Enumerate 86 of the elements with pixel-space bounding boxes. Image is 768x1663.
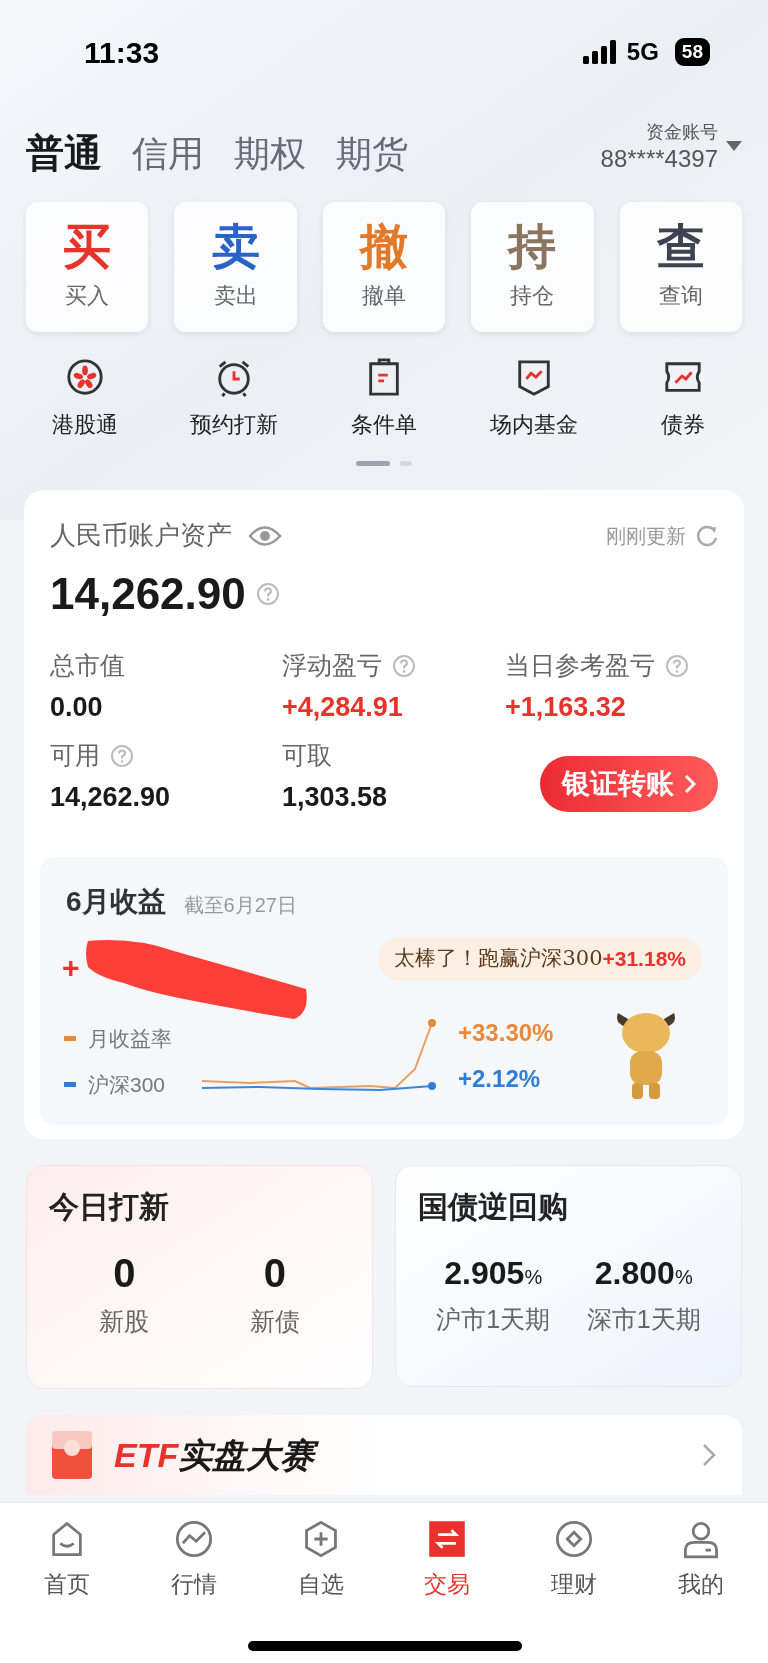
nav-tab[interactable]: 理财 [510, 1519, 638, 1602]
ipo-label: 新股 [99, 1306, 150, 1337]
stat-value: 14,262.90 [50, 780, 172, 814]
shortcut-button[interactable]: 债券 [608, 358, 758, 441]
stat-label: 可取 [282, 740, 332, 771]
repo-rate: 2.800 [594, 1254, 675, 1293]
trade-button[interactable]: 买 买入 [26, 202, 149, 332]
page-indicator[interactable] [400, 461, 412, 466]
account-tab[interactable]: 期权 [234, 136, 306, 172]
percent-sign: % [674, 1266, 693, 1290]
account-tab[interactable]: 普通 [26, 134, 102, 172]
account-number: 88****4397 [600, 146, 718, 172]
refresh-icon[interactable] [696, 524, 718, 547]
legend-value: +2.12% [458, 1064, 542, 1094]
chevron-right-icon [684, 774, 696, 794]
nav-tab[interactable]: 我的 [637, 1519, 764, 1602]
repo-label: 沪市1天期 [436, 1304, 551, 1335]
nav-tab[interactable]: 行情 [130, 1519, 258, 1602]
trade-glyph-icon: 持 [508, 222, 557, 271]
bank-transfer-button[interactable]: 银证转账 [540, 756, 718, 812]
status-time: 11:33 [84, 34, 160, 71]
help-icon[interactable] [255, 582, 280, 606]
nav-tab[interactable]: 自选 [257, 1519, 384, 1602]
chart-circle-icon [174, 1519, 214, 1559]
stat-label: 当日参考盈亏 [505, 650, 655, 681]
bubble-text: 太棒了！跑赢沪深300 [394, 945, 603, 972]
repo-label: 深市1天期 [586, 1304, 701, 1335]
monthly-returns-title: 6月收益 [66, 885, 166, 919]
percent-sign: % [524, 1266, 543, 1290]
account-tab[interactable]: 信用 [132, 136, 204, 172]
stat-label: 总市值 [50, 650, 125, 681]
etf-banner[interactable]: ETF实盘大赛 [26, 1415, 742, 1495]
help-icon[interactable] [665, 653, 689, 678]
total-assets: 14,262.90 [50, 568, 246, 620]
legend-label: 月收益率 [88, 1026, 172, 1052]
envelope-icon [52, 1431, 94, 1479]
as-of-date: 截至6月27日 [183, 893, 297, 918]
stat-label: 可用 [50, 740, 100, 771]
repo-title: 国债逆回购 [418, 1189, 569, 1225]
page-indicator[interactable] [356, 461, 390, 466]
trade-button[interactable]: 查 查询 [619, 202, 742, 332]
ipo-count: 0 [113, 1250, 136, 1297]
return-sign: + [62, 950, 80, 986]
swap-arrows-icon [427, 1519, 468, 1559]
trade-button[interactable]: 卖 卖出 [174, 202, 297, 332]
banner-prefix: ETF [114, 1434, 179, 1476]
ipo-title: 今日打新 [49, 1189, 170, 1225]
trade-glyph-icon: 卖 [211, 222, 260, 271]
ipo-count: 0 [263, 1250, 286, 1297]
shortcut-button[interactable]: 条件单 [309, 358, 459, 441]
shortcut-button[interactable]: 港股通 [10, 358, 160, 441]
stat-value: +4,284.91 [282, 690, 404, 724]
hk-flower-icon [64, 358, 105, 398]
repo-card[interactable]: 国债逆回购 2.905% 沪市1天期 2.800% 深市1天期 [395, 1165, 742, 1387]
shortcut-button[interactable]: 场内基金 [458, 358, 609, 441]
nav-tab[interactable]: 首页 [4, 1519, 131, 1602]
account-tab[interactable]: 期货 [336, 136, 408, 172]
ipo-card[interactable]: 今日打新 0 新股 0 新债 [26, 1165, 373, 1389]
legend-value: +33.30% [458, 1018, 554, 1048]
trade-glyph-icon: 查 [656, 222, 705, 271]
trade-glyph-icon: 撤 [360, 222, 408, 271]
ipo-label: 新债 [249, 1306, 300, 1337]
help-icon[interactable] [110, 743, 134, 768]
eye-icon[interactable] [248, 524, 282, 547]
nav-tab[interactable]: 交易 [384, 1519, 511, 1602]
stat-label: 浮动盈亏 [282, 650, 382, 681]
trade-button[interactable]: 撤 撤单 [322, 202, 446, 332]
stat-value: 1,303.58 [282, 780, 389, 814]
stat-value: +1,163.32 [505, 690, 627, 724]
network-label: 5G [626, 37, 659, 67]
update-status: 刚刚更新 [606, 523, 686, 549]
help-icon[interactable] [392, 653, 416, 678]
trade-button[interactable]: 持 持仓 [471, 202, 594, 332]
bubble-value: +31.18% [602, 946, 686, 972]
stat-value: 0.00 [50, 690, 104, 724]
shortcut-button[interactable]: 预约打新 [159, 358, 310, 441]
trade-glyph-icon: 买 [63, 222, 112, 271]
repo-rate: 2.905 [444, 1254, 525, 1293]
battery-indicator: 58 [674, 38, 710, 66]
legend-label: 沪深300 [88, 1071, 166, 1098]
diamond-circle-icon [554, 1519, 594, 1559]
chevron-right-icon [702, 1443, 716, 1467]
signal-icon [582, 40, 617, 64]
assets-title: 人民币账户资产 [50, 519, 232, 552]
account-label: 资金账号 [646, 121, 718, 144]
dropdown-caret-icon[interactable] [726, 140, 742, 151]
